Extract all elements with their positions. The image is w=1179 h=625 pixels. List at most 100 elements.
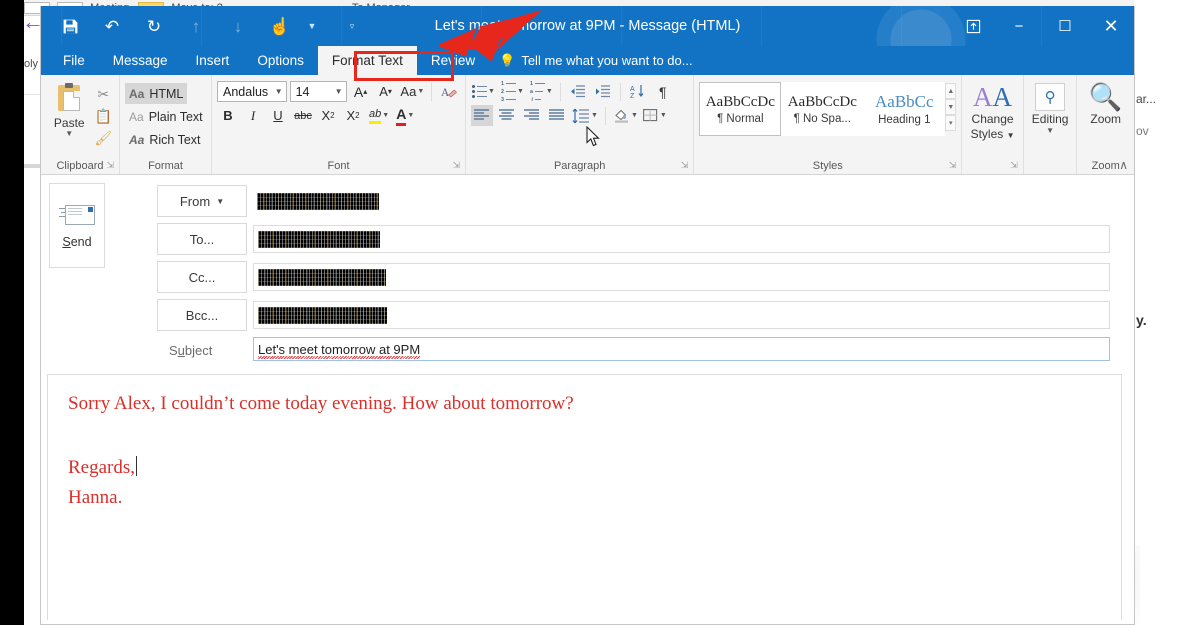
paste-icon (54, 83, 84, 115)
close-button[interactable]: ✕ (1088, 6, 1134, 46)
line-spacing-icon[interactable]: ▼ (571, 105, 599, 126)
maximize-button[interactable]: ☐ (1042, 6, 1088, 46)
field-row-bcc: Bcc... user13@example.com (47, 299, 1120, 333)
change-styles-icon: AA (973, 82, 1013, 112)
font-color-icon: A (396, 106, 407, 126)
justify-icon[interactable] (546, 105, 568, 126)
to-button[interactable]: To... (157, 223, 247, 255)
style-normal[interactable]: AaBbCcDc ¶ Normal (699, 82, 782, 136)
ribbon-group-format: Aa HTML Aa Plain Text Aa Rich Text Forma… (119, 75, 211, 174)
multilevel-list-icon[interactable]: 1ai ▼ (528, 81, 554, 103)
change-styles-label-2: Styles ▼ (970, 127, 1015, 141)
show-formatting-marks-icon[interactable]: ¶ (652, 81, 674, 102)
align-left-icon[interactable] (471, 105, 493, 126)
bcc-field[interactable]: user13@example.com (253, 301, 1110, 329)
align-center-icon[interactable] (496, 105, 518, 126)
format-plain-text-option[interactable]: Aa Plain Text (125, 106, 207, 127)
scissors-icon[interactable]: ✂ (97, 85, 109, 103)
aa-icon: Aa (129, 109, 144, 124)
group-label-format: Format (148, 160, 183, 172)
shading-icon[interactable]: ▼ (612, 105, 639, 126)
style-preview: AaBbCc (875, 92, 934, 111)
change-styles-dialog-launcher[interactable]: ⇲ (1010, 157, 1018, 173)
group-label-change-styles: ⇲ (962, 158, 1023, 174)
sort-icon[interactable]: AZ (627, 81, 649, 102)
body-blank-line (68, 419, 1101, 453)
underline-button[interactable]: U (267, 105, 289, 126)
bullets-icon[interactable]: ▼ (471, 81, 496, 102)
message-compose-window: ↶ ↻ ↑ ↓ ☝ ▼ ▿ Let's meet tomorrow at 9PM… (40, 6, 1135, 625)
change-case-button[interactable]: Aa ▼ (400, 81, 426, 102)
format-rich-text-option[interactable]: Aa Rich Text (125, 129, 205, 150)
field-row-from: From ▼ user3@example.com (47, 185, 1120, 219)
from-button[interactable]: From ▼ (157, 185, 247, 217)
collapse-ribbon-icon[interactable]: ∧ (1119, 158, 1128, 172)
align-right-icon[interactable] (521, 105, 543, 126)
format-painter-icon[interactable]: 🖌 (94, 129, 112, 147)
svg-text:Z: Z (630, 93, 635, 99)
ribbon-group-paragraph: ▼ 123 ▼ 1ai ▼ A Z ¶ ▼ ▼ ▼ Paragraph ⇲ (465, 75, 693, 174)
font-size-combobox[interactable]: 14 ▼ (289, 81, 347, 102)
borders-icon[interactable]: ▼ (642, 105, 668, 126)
text-highlight-color-button[interactable]: ab ▼ (367, 105, 391, 126)
subject-field[interactable]: Let's meet tomorrow at 9PM (253, 337, 1110, 361)
decrease-indent-icon[interactable] (567, 81, 589, 102)
text-cursor (136, 456, 138, 476)
style-heading-1[interactable]: AaBbCc Heading 1 (863, 82, 946, 136)
tab-file[interactable]: File (49, 46, 99, 75)
tab-message[interactable]: Message (99, 46, 182, 75)
tab-format-text[interactable]: Format Text (317, 46, 417, 75)
to-field[interactable]: user1@example.com (253, 225, 1110, 253)
group-label-editing (1024, 158, 1077, 174)
bold-button[interactable]: B (217, 105, 239, 126)
styles-dialog-launcher[interactable]: ⇲ (949, 157, 957, 173)
subscript-button[interactable]: X2 (317, 105, 339, 126)
zoom-button[interactable]: 🔍 Zoom (1082, 81, 1129, 126)
grow-font-button[interactable]: A ▴ (350, 81, 372, 102)
font-name-combobox[interactable]: Andalus ▼ (217, 81, 287, 102)
message-body[interactable]: Sorry Alex, I couldn’t come today evenin… (47, 374, 1122, 620)
tab-options[interactable]: Options (243, 46, 318, 75)
from-label: From (179, 193, 211, 209)
paragraph-dialog-launcher[interactable]: ⇲ (681, 157, 689, 173)
tab-review[interactable]: Review (417, 46, 489, 75)
format-html-option[interactable]: Aa HTML (125, 83, 188, 104)
copy-icon[interactable]: 📋 (95, 107, 112, 125)
from-value-redacted: user3@example.com (257, 192, 379, 210)
group-label-paragraph: Paragraph ⇲ (466, 158, 693, 174)
numbering-icon[interactable]: 123 ▼ (499, 81, 525, 103)
change-styles-button[interactable]: AA Change Styles ▼ (967, 81, 1018, 143)
style-no-spacing[interactable]: AaBbCcDc ¶ No Spa... (781, 82, 864, 136)
from-field[interactable]: user3@example.com (253, 187, 1110, 215)
cc-button[interactable]: Cc... (157, 261, 247, 293)
divider (559, 82, 561, 101)
editing-label: Editing (1031, 112, 1069, 126)
italic-button[interactable]: I (242, 105, 264, 126)
cc-label: Cc... (188, 269, 216, 285)
ribbon-group-font: Andalus ▼ 14 ▼ A ▴ A ▾ Aa ▼ A B I U abc … (211, 75, 465, 174)
paste-button[interactable]: Paste ▼ (46, 81, 93, 138)
superscript-button[interactable]: X2 (342, 105, 364, 126)
shrink-font-button[interactable]: A ▾ (375, 81, 397, 102)
bg-right-fragment-2: ov (1136, 124, 1149, 138)
ribbon-display-options-icon[interactable] (950, 6, 996, 46)
clear-formatting-icon[interactable]: A (438, 81, 460, 102)
font-dialog-launcher[interactable]: ⇲ (452, 157, 460, 173)
minimize-button[interactable]: − (996, 6, 1042, 46)
highlighter-icon: ab (369, 108, 382, 124)
font-color-button[interactable]: A ▼ (394, 105, 416, 126)
bcc-button[interactable]: Bcc... (157, 299, 247, 331)
styles-scroll-down-icon[interactable]: ▼ (945, 99, 957, 115)
format-plain-text-label: Plain Text (148, 109, 203, 124)
tab-insert[interactable]: Insert (182, 46, 244, 75)
styles-more-icon[interactable]: ▾ (945, 115, 957, 131)
increase-indent-icon[interactable] (592, 81, 614, 102)
styles-scroll-up-icon[interactable]: ▲ (945, 83, 957, 99)
clipboard-dialog-launcher[interactable]: ⇲ (106, 157, 114, 173)
chevron-down-icon[interactable]: ▼ (65, 130, 73, 138)
editing-button[interactable]: ⚲ Editing ▼ (1029, 81, 1072, 135)
cc-field[interactable]: user11@example.com (253, 263, 1110, 291)
tell-me-search[interactable]: 💡 Tell me what you want to do... (489, 46, 702, 75)
strikethrough-button[interactable]: abc (292, 105, 314, 126)
bcc-value-redacted: user13@example.com (258, 306, 387, 324)
